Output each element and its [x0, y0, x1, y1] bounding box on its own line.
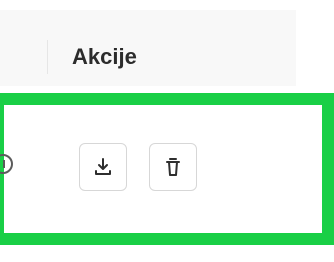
- table-header-row: Akcije: [0, 10, 296, 86]
- trash-icon: [161, 155, 185, 179]
- header-column-divider: [47, 40, 48, 74]
- download-icon: [91, 155, 115, 179]
- cropped-actions-table-screen: Akcije: [0, 0, 334, 262]
- delete-button[interactable]: [149, 143, 197, 191]
- actions-column-title: Akcije: [72, 44, 137, 69]
- download-button[interactable]: [79, 143, 127, 191]
